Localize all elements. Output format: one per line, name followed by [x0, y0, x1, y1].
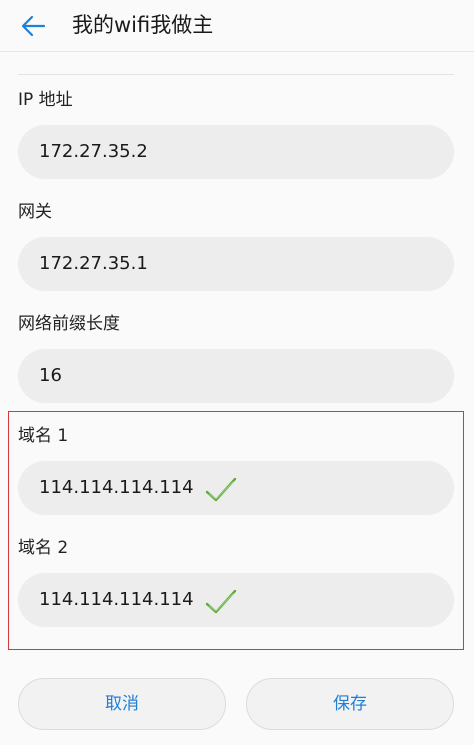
divider: [18, 74, 454, 75]
ip-address-label: IP 地址: [18, 90, 73, 110]
back-arrow-icon: [21, 15, 46, 37]
gateway-value: 172.27.35.1: [39, 253, 148, 274]
dns2-value: 114.114.114.114: [39, 589, 194, 610]
dns2-label: 域名 2: [18, 538, 69, 558]
save-button[interactable]: 保存: [246, 678, 454, 730]
page-title: 我的wifi我做主: [72, 13, 214, 37]
checkmark-icon: [205, 589, 237, 614]
ip-address-value: 172.27.35.2: [39, 141, 148, 162]
dns1-label: 域名 1: [18, 426, 69, 446]
dns1-input[interactable]: 114.114.114.114: [18, 461, 454, 515]
checkmark-icon: [205, 477, 237, 502]
back-button[interactable]: [18, 10, 50, 42]
dns2-input[interactable]: 114.114.114.114: [18, 573, 454, 627]
dns1-value: 114.114.114.114: [39, 477, 194, 498]
app-header: 我的wifi我做主: [0, 0, 474, 52]
prefix-length-input[interactable]: 16: [18, 349, 454, 403]
prefix-length-value: 16: [39, 365, 62, 386]
gateway-input[interactable]: 172.27.35.1: [18, 237, 454, 291]
cancel-button[interactable]: 取消: [18, 678, 226, 730]
ip-address-input[interactable]: 172.27.35.2: [18, 125, 454, 179]
prefix-length-label: 网络前缀长度: [18, 314, 120, 334]
gateway-label: 网关: [18, 202, 52, 222]
